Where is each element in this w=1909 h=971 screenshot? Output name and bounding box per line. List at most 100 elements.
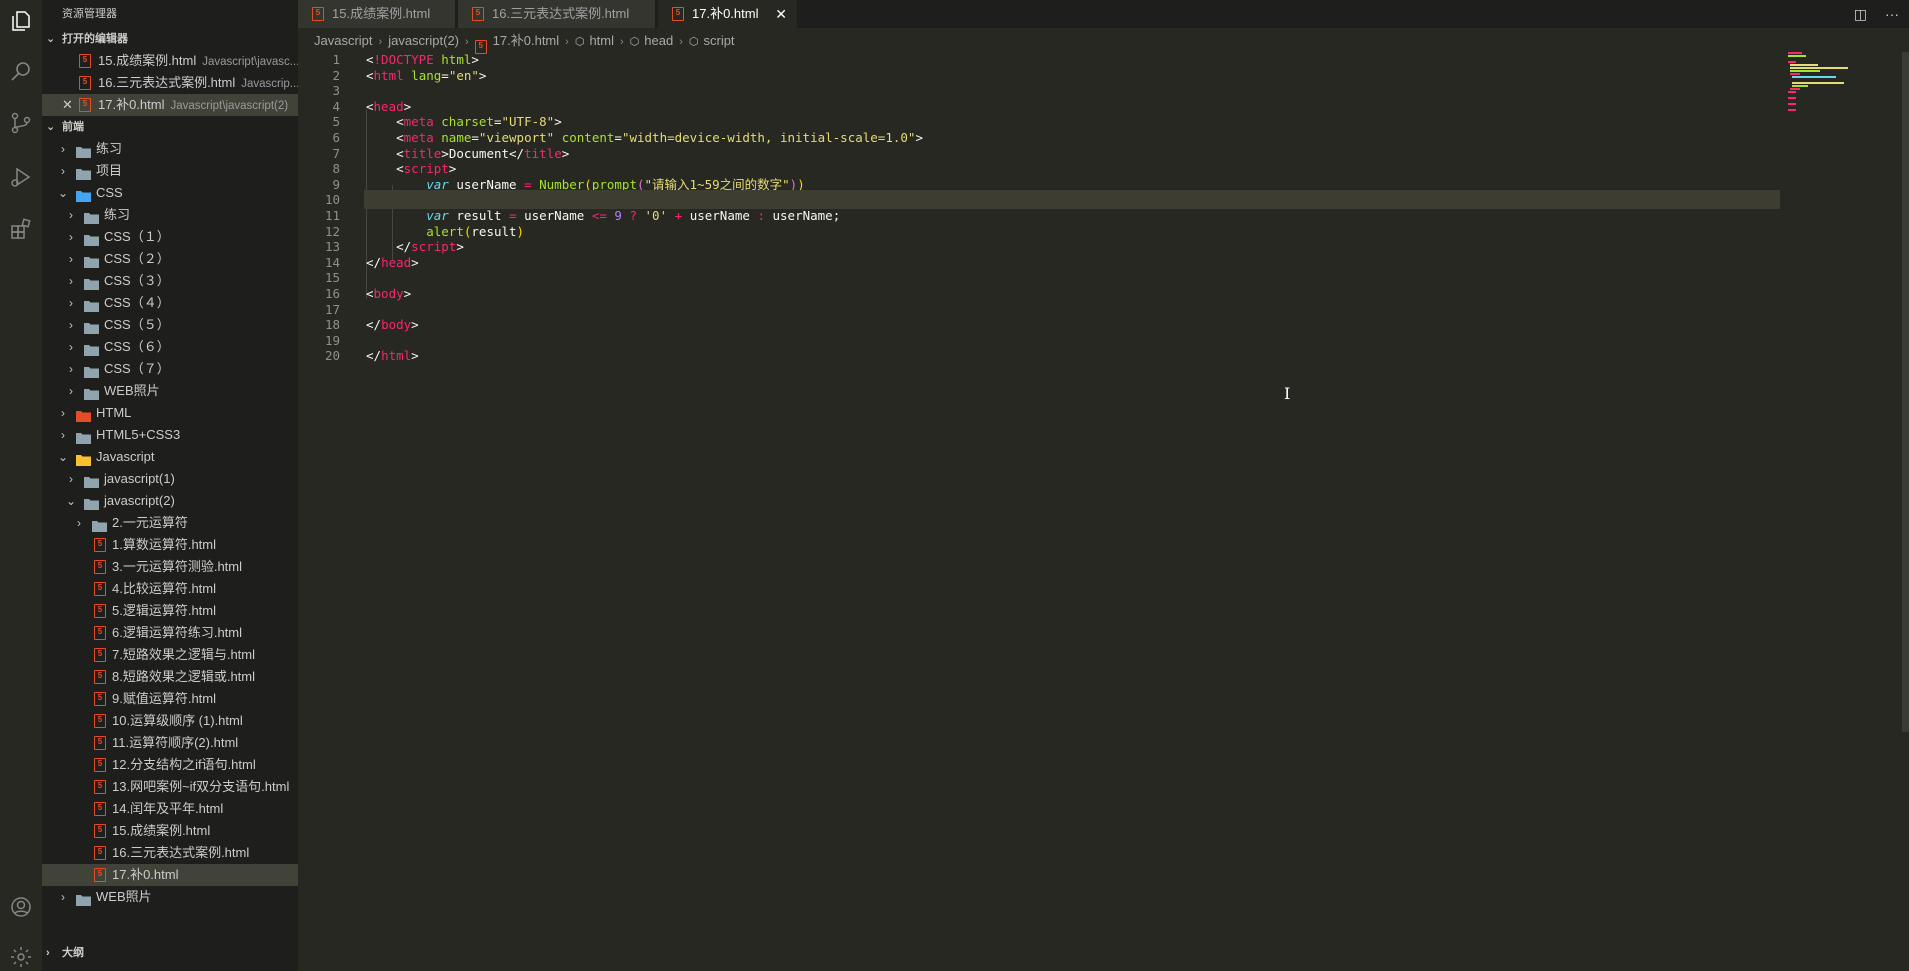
search-icon[interactable]	[6, 56, 36, 86]
tree-file-item[interactable]: 5 16.三元表达式案例.html	[42, 842, 298, 864]
html-file-icon: 5	[79, 98, 91, 112]
html-file-icon: 5	[94, 714, 106, 728]
tree-folder-item[interactable]: › CSS（３）	[42, 270, 298, 292]
breadcrumb-item[interactable]: head	[644, 30, 673, 52]
tree-file-item[interactable]: 5 8.短路效果之逻辑或.html	[42, 666, 298, 688]
tree-file-item[interactable]: 5 12.分支结构之if语句.html	[42, 754, 298, 776]
tree-file-item[interactable]: 5 5.逻辑运算符.html	[42, 600, 298, 622]
tree-file-item[interactable]: 5 6.逻辑运算符练习.html	[42, 622, 298, 644]
tree-folder-item[interactable]: › HTML5+CSS3	[42, 424, 298, 446]
files-icon[interactable]	[6, 6, 36, 36]
file-name: 17.补0.html	[98, 97, 165, 112]
tree-file-item[interactable]: 5 13.网吧案例~if双分支语句.html	[42, 776, 298, 798]
breadcrumb-item[interactable]: javascript(2)	[388, 30, 459, 52]
breadcrumb-item[interactable]: Javascript	[314, 30, 373, 52]
code-text: </html>	[366, 346, 419, 365]
tree-folder-item[interactable]: › HTML	[42, 402, 298, 424]
open-editor-item[interactable]: ✕ 5 17.补0.html Javascript\javascript(2)	[42, 94, 298, 116]
file-name: 15.成绩案例.html	[98, 53, 197, 68]
outline-header[interactable]: › 大纲	[42, 942, 298, 964]
more-actions-icon[interactable]: ···	[1885, 6, 1899, 22]
chevron-right-icon: ›	[61, 890, 65, 904]
tree-file-item[interactable]: 5 9.赋值运算符.html	[42, 688, 298, 710]
tree-file-item[interactable]: 5 1.算数运算符.html	[42, 534, 298, 556]
tree-folder-item[interactable]: › CSS（４）	[42, 292, 298, 314]
folder-icon	[84, 341, 99, 356]
extensions-icon[interactable]	[6, 214, 36, 244]
file-path: Javascript\javascript(2)	[170, 100, 289, 112]
tree-item-label: CSS（４）	[104, 295, 170, 310]
tree-file-item[interactable]: 5 10.运算级顺序 (1).html	[42, 710, 298, 732]
tree-item-label: CSS	[96, 185, 123, 200]
settings-gear-icon[interactable]	[6, 942, 36, 971]
tree-folder-item[interactable]: › WEB照片	[42, 886, 298, 908]
breadcrumb-item[interactable]: 17.补0.html	[493, 30, 559, 52]
tree-folder-item[interactable]: › 练习	[42, 204, 298, 226]
chevron-right-icon: ›	[61, 164, 65, 178]
tree-file-item[interactable]: 5 15.成绩案例.html	[42, 820, 298, 842]
tree-folder-item[interactable]: › CSS（２）	[42, 248, 298, 270]
breadcrumb-item[interactable]: html	[589, 30, 614, 52]
close-icon[interactable]: ✕	[62, 94, 73, 116]
tree-folder-item[interactable]: › WEB照片	[42, 380, 298, 402]
folder-icon	[84, 209, 99, 224]
tab-2[interactable]: 5 16.三元表达式案例.html	[458, 0, 656, 28]
tab-1[interactable]: 5 15.成绩案例.html	[298, 0, 456, 28]
breadcrumb-item[interactable]: script	[703, 30, 734, 52]
tree-folder-item[interactable]: › CSS（１）	[42, 226, 298, 248]
html-file-icon: 5	[94, 670, 106, 684]
folder-icon	[84, 385, 99, 400]
workspace-header[interactable]: ⌄ 前端	[42, 116, 298, 138]
open-editor-item[interactable]: 5 15.成绩案例.html Javascript\javasc...	[42, 50, 298, 72]
tree-folder-item[interactable]: › 练习	[42, 138, 298, 160]
tree-folder-item[interactable]: › 项目	[42, 160, 298, 182]
open-editor-label: 15.成绩案例.html Javascript\javasc...	[98, 50, 298, 73]
tree-file-item[interactable]: 5 11.运算符顺序(2).html	[42, 732, 298, 754]
tree-folder-item[interactable]: › CSS（５）	[42, 314, 298, 336]
symbol-element-icon: ⬡	[688, 36, 699, 48]
tree-file-item[interactable]: 5 7.短路效果之逻辑与.html	[42, 644, 298, 666]
tree-item-label: 11.运算符顺序(2).html	[112, 735, 239, 750]
tree-file-item[interactable]: 5 3.一元运算符测验.html	[42, 556, 298, 578]
tree-folder-item[interactable]: › javascript(1)	[42, 468, 298, 490]
tree-file-item[interactable]: 5 14.闰年及平年.html	[42, 798, 298, 820]
tree-file-item[interactable]: 5 17.补0.html	[42, 864, 298, 886]
open-editors-header[interactable]: ⌄ 打开的编辑器	[42, 28, 298, 50]
chevron-right-icon: ›	[77, 516, 81, 530]
close-icon[interactable]: ✕	[775, 0, 787, 28]
tab-label: 16.三元表达式案例.html	[492, 6, 630, 21]
tree-item-label: CSS（２）	[104, 251, 170, 266]
tree-folder-item[interactable]: ⌄ Javascript	[42, 446, 298, 468]
tab-3[interactable]: 5 17.补0.html ✕	[658, 0, 798, 28]
account-icon[interactable]	[6, 892, 36, 922]
code-editor[interactable]: 1 <!DOCTYPE html> 2 <html lang="en"> 3 4 <head…	[298, 52, 1780, 971]
folder-icon	[84, 495, 99, 510]
tree-item-label: 3.一元运算符测验.html	[112, 559, 243, 574]
open-editor-label: 16.三元表达式案例.html Javascrip...	[98, 72, 298, 95]
tree-item-label: WEB照片	[104, 383, 160, 398]
tree-item-label: 17.补0.html	[112, 867, 179, 882]
tree-folder-item[interactable]: › CSS（６）	[42, 336, 298, 358]
tree-folder-item[interactable]: ⌄ javascript(2)	[42, 490, 298, 512]
tree-folder-item[interactable]: › 2.一元运算符	[42, 512, 298, 534]
tree-folder-item[interactable]: › CSS（７）	[42, 358, 298, 380]
tree-item-label: WEB照片	[96, 889, 152, 904]
html-file-icon: 5	[94, 648, 106, 662]
open-editor-item[interactable]: 5 16.三元表达式案例.html Javascrip...	[42, 72, 298, 94]
tree-item-label: 6.逻辑运算符练习.html	[112, 625, 243, 640]
tree-item-label: 10.运算级顺序 (1).html	[112, 713, 243, 728]
split-editor-icon[interactable]: ◫	[1854, 6, 1867, 22]
code-line[interactable]: 20 </html>	[298, 346, 1778, 365]
folder-icon	[84, 231, 99, 246]
tree-folder-item[interactable]: ⌄ CSS	[42, 182, 298, 204]
chevron-right-icon: ›	[378, 36, 383, 48]
run-debug-icon[interactable]	[6, 162, 36, 192]
chevron-right-icon: ›	[679, 36, 683, 48]
chevron-right-icon: ›	[69, 340, 73, 354]
tree-file-item[interactable]: 5 4.比较运算符.html	[42, 578, 298, 600]
minimap[interactable]	[1788, 52, 1848, 152]
open-editor-label: 17.补0.html Javascript\javascript(2)	[98, 94, 288, 117]
html-file-icon: 5	[94, 582, 106, 596]
source-control-icon[interactable]	[6, 108, 36, 138]
editor-scrollbar[interactable]	[1902, 52, 1909, 732]
